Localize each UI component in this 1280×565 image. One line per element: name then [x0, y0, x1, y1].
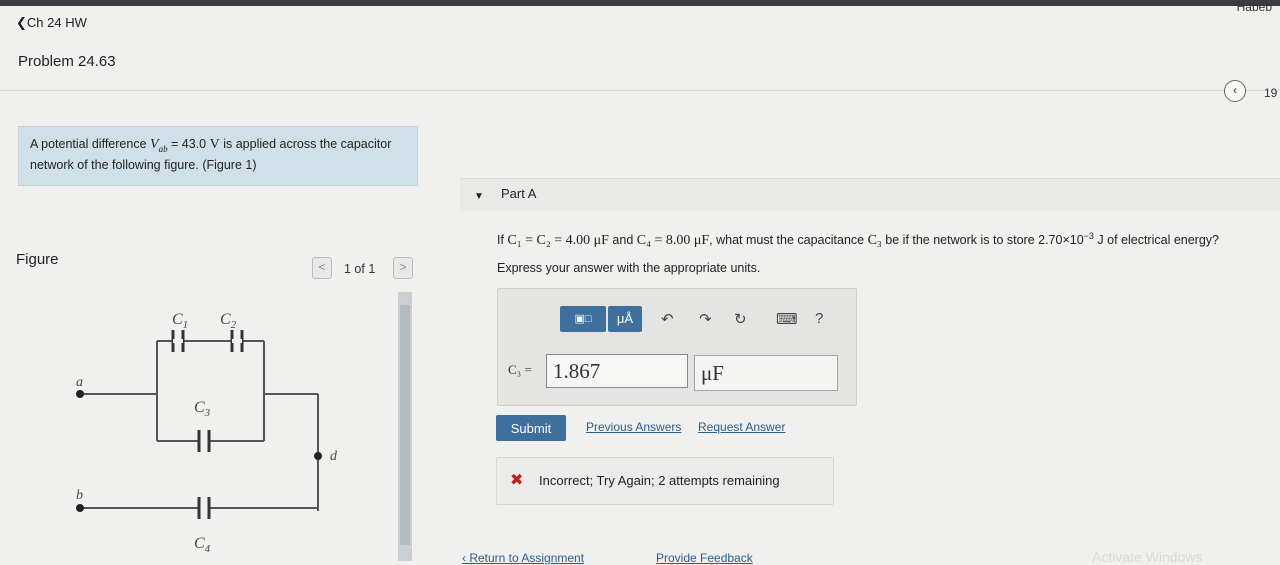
part-a-header[interactable] [460, 178, 1280, 211]
user-name[interactable]: Habeb [1237, 0, 1272, 14]
c2-gap [232, 339, 242, 343]
back-link-label: Ch 24 HW [26, 15, 87, 30]
question-exponent: −3 [1083, 231, 1094, 241]
previous-answers-link[interactable]: Previous Answers [586, 420, 681, 434]
capacitor-plates [171, 330, 244, 519]
figure-next-button[interactable]: > [393, 257, 413, 279]
problem-title: Problem 24.63 [18, 53, 116, 70]
voltage-sub: ab [158, 143, 168, 154]
question-c4: C₄ = 8.00 μF [636, 233, 710, 249]
label-c2: C2 [220, 311, 237, 331]
submit-button[interactable]: Submit [496, 415, 566, 441]
problem-page-number: 19 [1264, 86, 1278, 100]
node-d [314, 452, 322, 460]
label-b: b [76, 488, 83, 503]
answer-label: C₃ = [508, 362, 532, 377]
problem-statement: A potential difference Vab = 43.0 V is a… [30, 136, 410, 173]
help-icon[interactable]: ? [815, 310, 823, 327]
caret-down-icon[interactable]: ▼ [474, 191, 484, 202]
answer-unit-input[interactable] [694, 355, 838, 391]
undo-icon[interactable]: ↶ [661, 310, 674, 328]
question-rest: , what must the capacitance [709, 233, 868, 248]
terminal-a [76, 390, 84, 398]
question-c1-c2: C₁ = C₂ = 4.00 μF [507, 233, 609, 249]
c1-gap [173, 339, 183, 343]
answer-instruction: Express your answer with the appropriate… [497, 261, 761, 275]
question-if: If [497, 233, 508, 248]
chevron-left-icon: ❮ [16, 15, 27, 30]
templates-icon: ▣□ [574, 313, 592, 325]
question-tail: J of electrical energy? [1093, 233, 1219, 248]
figure-counter: 1 of 1 [344, 262, 376, 276]
answer-value-input[interactable] [546, 354, 688, 388]
question-energy: be if the network is to store 2.70×10 [881, 233, 1084, 248]
back-to-assignment-link[interactable]: ❮Ch 24 HW [16, 15, 87, 31]
question-c3: C₃ [867, 233, 882, 249]
figure-label: Figure [16, 251, 59, 268]
figure-prev-button[interactable]: < [312, 257, 332, 279]
figure-scrollbar-thumb[interactable] [400, 305, 410, 545]
question-and: and [608, 233, 637, 248]
voltage-symbol: Vab [150, 137, 168, 154]
templates-button[interactable]: ▣□ [560, 306, 606, 332]
previous-problem-button[interactable]: ‹ [1224, 80, 1246, 102]
terminal-b [76, 504, 84, 512]
header-divider [0, 90, 1280, 91]
label-c1: C1 [172, 311, 188, 331]
problem-text-value: = 43.0 [167, 137, 210, 151]
reset-icon[interactable]: ↻ [734, 310, 747, 328]
provide-feedback-link[interactable]: Provide Feedback [656, 551, 753, 565]
label-d: d [330, 449, 338, 464]
part-a-question: If C₁ = C₂ = 4.00 μF and C₄ = 8.00 μF, w… [497, 231, 1219, 249]
problem-text-prefix: A potential difference [30, 137, 150, 151]
redo-icon[interactable]: ↷ [699, 310, 712, 328]
chevron-left-icon: ‹ [1233, 83, 1237, 97]
voltage-var: V [150, 137, 159, 152]
keyboard-icon[interactable]: ⌨ [776, 310, 798, 328]
figure-link[interactable]: (Figure 1) [202, 158, 256, 172]
label-a: a [76, 375, 83, 390]
units-button[interactable]: μÅ [608, 306, 642, 332]
feedback-message: Incorrect; Try Again; 2 attempts remaini… [539, 473, 780, 488]
label-c3: C3 [194, 399, 211, 419]
top-rule [0, 0, 1280, 6]
request-answer-link[interactable]: Request Answer [698, 420, 785, 434]
part-a-title[interactable]: Part A [501, 186, 536, 201]
circuit-wires [80, 340, 319, 511]
label-c4: C4 [194, 535, 211, 555]
activate-windows-watermark: Activate Windows [1092, 549, 1203, 565]
incorrect-icon: ✖ [510, 472, 524, 489]
circuit-diagram: C1 C2 C3 C4 a b d [76, 311, 338, 555]
return-to-assignment-link[interactable]: ‹ Return to Assignment [462, 551, 584, 565]
voltage-unit: V [209, 137, 220, 152]
